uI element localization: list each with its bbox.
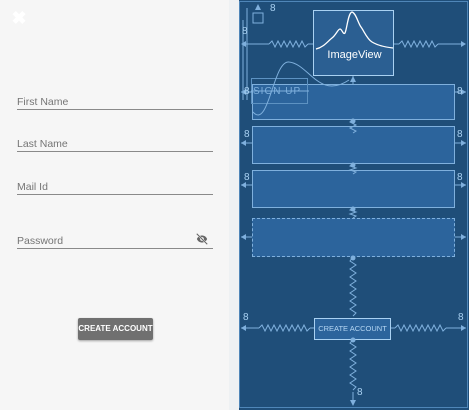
last-name-field[interactable]: Last Name	[17, 138, 213, 152]
margin-label: 8	[244, 129, 250, 140]
margin-label: 8	[458, 312, 464, 323]
blueprint-small-widget[interactable]	[252, 12, 264, 24]
panel-divider[interactable]	[229, 0, 239, 410]
mail-id-field[interactable]: Mail Id	[17, 181, 213, 195]
last-name-hint: Last Name	[17, 138, 68, 150]
design-preview[interactable]: ✖ First Name Last Name Mail Id Password …	[0, 0, 229, 410]
layout-editor: ✖ First Name Last Name Mail Id Password …	[0, 0, 469, 410]
password-hint: Password	[17, 235, 64, 247]
password-field[interactable]: Password	[17, 232, 213, 249]
margin-label: 8	[457, 129, 463, 140]
margin-label: 8	[243, 312, 249, 323]
margin-label: 8	[244, 86, 250, 97]
margin-label: 8	[244, 172, 250, 183]
first-name-field[interactable]: First Name	[17, 96, 213, 110]
margin-label: 8	[457, 172, 463, 183]
blueprint-view[interactable]: SIGN UP ImageView CREATE ACCOUNT 8 8 8 8…	[239, 0, 469, 410]
create-account-button[interactable]: CREATE ACCOUNT	[78, 318, 153, 340]
first-name-hint: First Name	[17, 96, 69, 108]
margin-label: 8	[357, 387, 363, 398]
margin-label: 8	[457, 86, 463, 97]
close-icon[interactable]: ✖	[9, 8, 29, 28]
visibility-off-icon[interactable]	[195, 232, 209, 246]
margin-label: 8	[270, 3, 276, 14]
constraint-overlay	[241, 4, 466, 406]
mail-id-hint: Mail Id	[17, 181, 48, 193]
margin-label: 8	[242, 26, 248, 37]
